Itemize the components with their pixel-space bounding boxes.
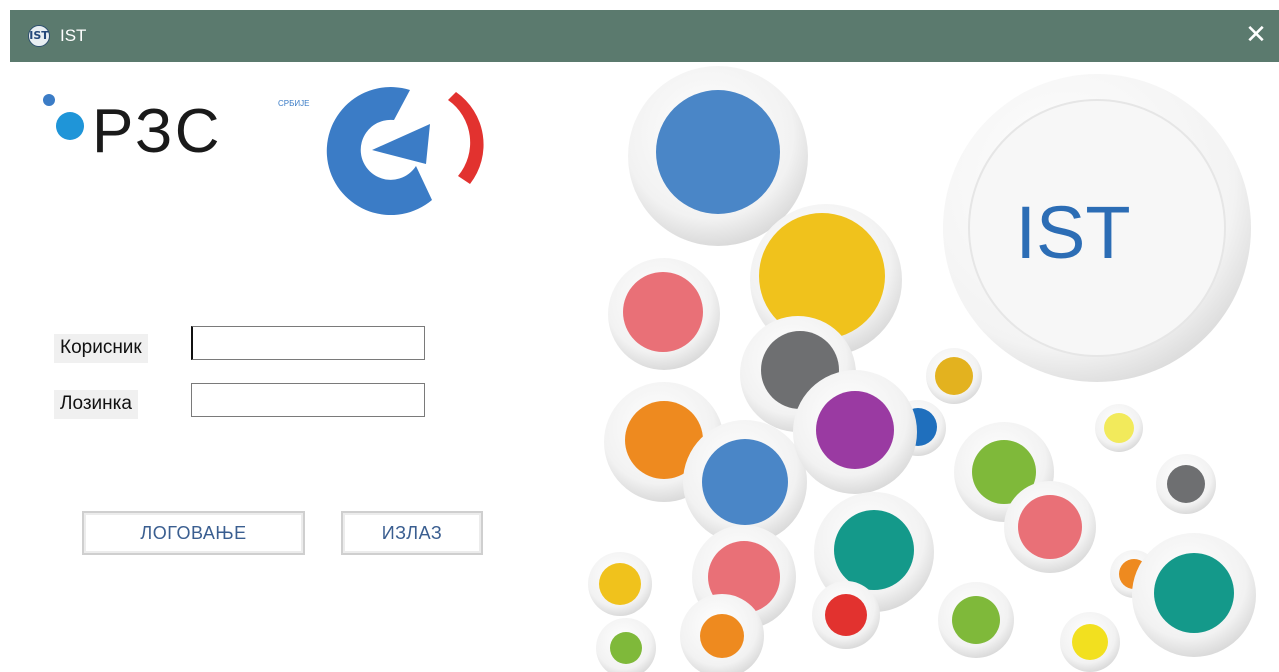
title-bar: IST IST ✕ [10, 10, 1279, 62]
bubble-gold [599, 563, 641, 605]
bubble-green-small [610, 632, 642, 664]
window-content: РЗС СРБИЈЕ Корисник Лозинка ЛОГОВАЊЕ ИЗЛ… [10, 62, 1279, 672]
bubble-purple [816, 391, 894, 469]
bubble-orange [700, 614, 744, 658]
bubble-gold [935, 357, 973, 395]
bubble-yellow-small [1072, 624, 1108, 660]
bubble-teal [1154, 553, 1234, 633]
bubble-light-yellow [1104, 413, 1134, 443]
window-title: IST [60, 26, 87, 45]
bubble-pink [1018, 495, 1082, 559]
bubble-blue [656, 90, 780, 214]
bubble-ist-text: IST [1015, 191, 1130, 274]
bubble-teal [834, 510, 914, 590]
bubble-blue [702, 439, 788, 525]
login-window: IST IST ✕ РЗС СРБИЈЕ Корисник Лозинка ЛО… [10, 10, 1279, 672]
decorative-bubbles: IST [588, 66, 1256, 672]
bubble-gray-small [1167, 465, 1205, 503]
bubble-pink [623, 272, 703, 352]
app-logo-icon: IST [28, 25, 50, 47]
close-button[interactable]: ✕ [1233, 10, 1279, 62]
app-logo-icon-text: IST [29, 29, 49, 42]
bubble-red [825, 594, 867, 636]
bubble-green [952, 596, 1000, 644]
